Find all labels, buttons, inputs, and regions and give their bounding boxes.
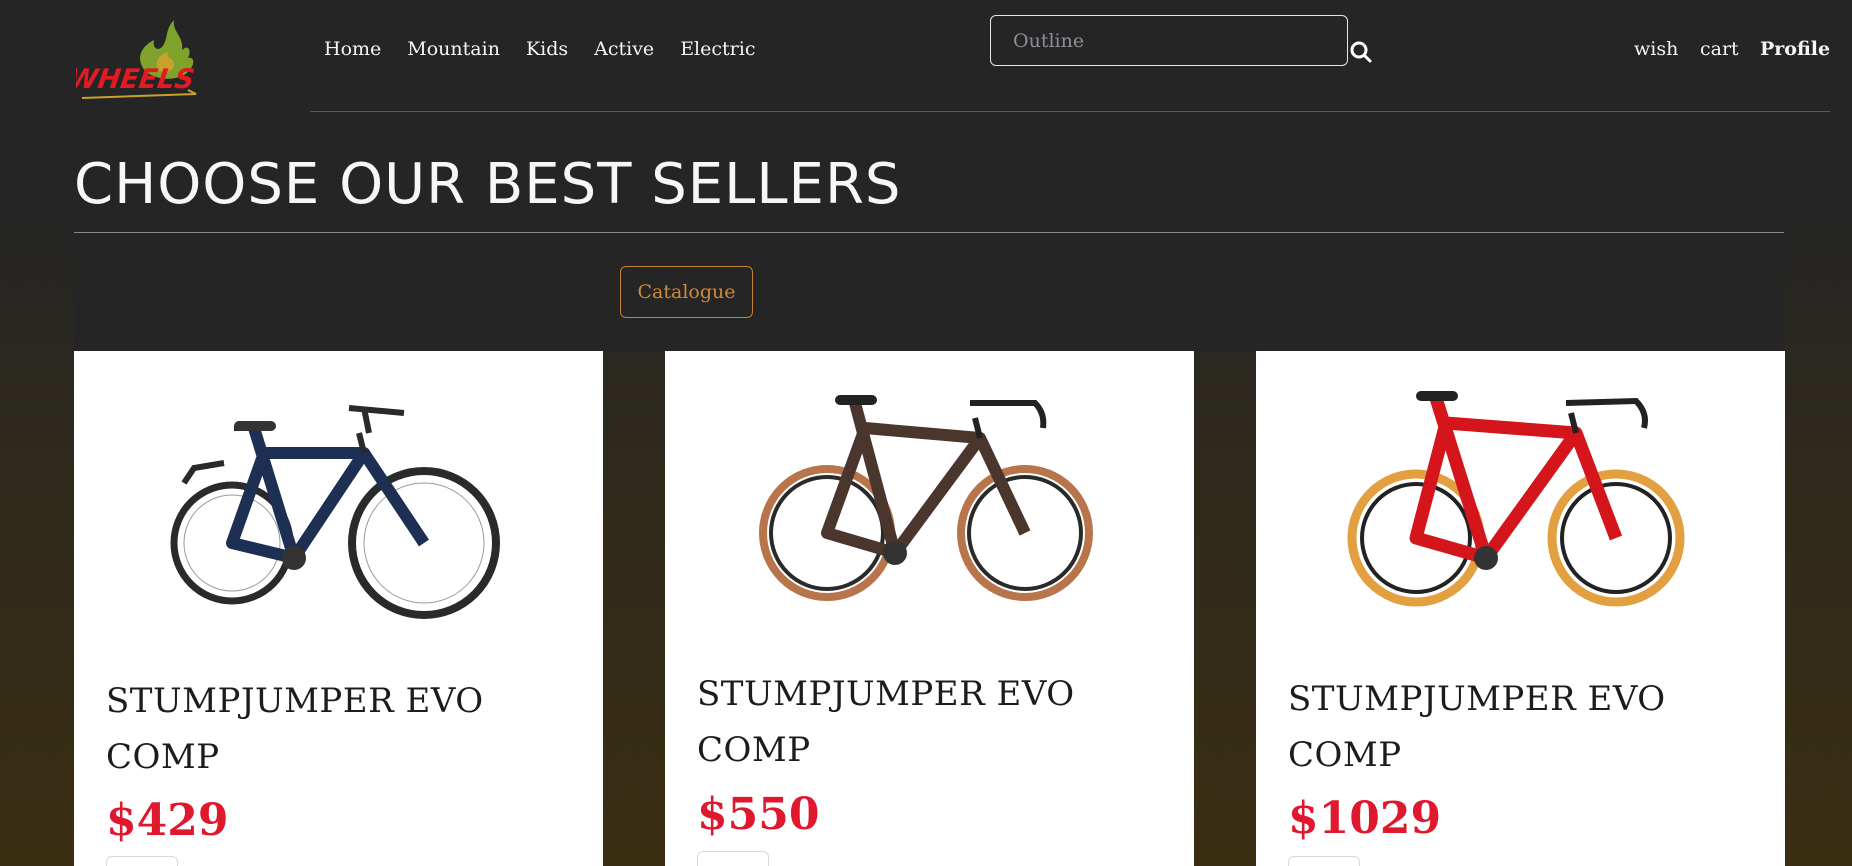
filter-band xyxy=(74,233,1784,351)
wheels-logo[interactable]: WHEELS xyxy=(76,10,208,104)
page-title: CHOOSE OUR BEST SELLERS xyxy=(74,152,902,217)
product-card[interactable]: STUMPJUMPER EVO COMP $1029 xyxy=(1256,351,1785,866)
profile-link[interactable]: Profile xyxy=(1760,38,1830,60)
product-price: $429 xyxy=(106,795,229,846)
bike-image xyxy=(170,405,500,619)
header-divider xyxy=(310,111,1830,112)
logo-wordmark: WHEELS xyxy=(76,64,196,95)
nav-home[interactable]: Home xyxy=(324,38,381,60)
catalogue-button[interactable]: Catalogue xyxy=(620,266,753,318)
product-name[interactable]: STUMPJUMPER EVO COMP xyxy=(697,666,1137,778)
product-name[interactable]: STUMPJUMPER EVO COMP xyxy=(1288,671,1728,783)
product-card[interactable]: STUMPJUMPER EVO COMP $429 xyxy=(74,351,603,866)
search-icon[interactable] xyxy=(1349,40,1373,64)
cart-link[interactable]: cart xyxy=(1700,38,1739,60)
primary-nav: Home Mountain Kids Active Electric xyxy=(324,38,781,60)
search-input[interactable] xyxy=(990,15,1348,66)
nav-electric[interactable]: Electric xyxy=(680,38,755,60)
site-header: WHEELS Home Mountain Kids Active Electri… xyxy=(0,0,1852,112)
wish-link[interactable]: wish xyxy=(1634,38,1678,60)
product-card[interactable]: STUMPJUMPER EVO COMP $550 xyxy=(665,351,1194,866)
quantity-field[interactable] xyxy=(106,856,178,866)
nav-active[interactable]: Active xyxy=(594,38,654,60)
nav-mountain[interactable]: Mountain xyxy=(407,38,500,60)
quantity-field[interactable] xyxy=(697,851,769,866)
product-name[interactable]: STUMPJUMPER EVO COMP xyxy=(106,673,546,785)
product-price: $1029 xyxy=(1288,793,1442,844)
nav-kids[interactable]: Kids xyxy=(526,38,568,60)
bike-image xyxy=(759,395,1093,601)
product-price: $550 xyxy=(697,789,820,840)
bike-image xyxy=(1347,391,1685,607)
quantity-field[interactable] xyxy=(1288,856,1360,866)
